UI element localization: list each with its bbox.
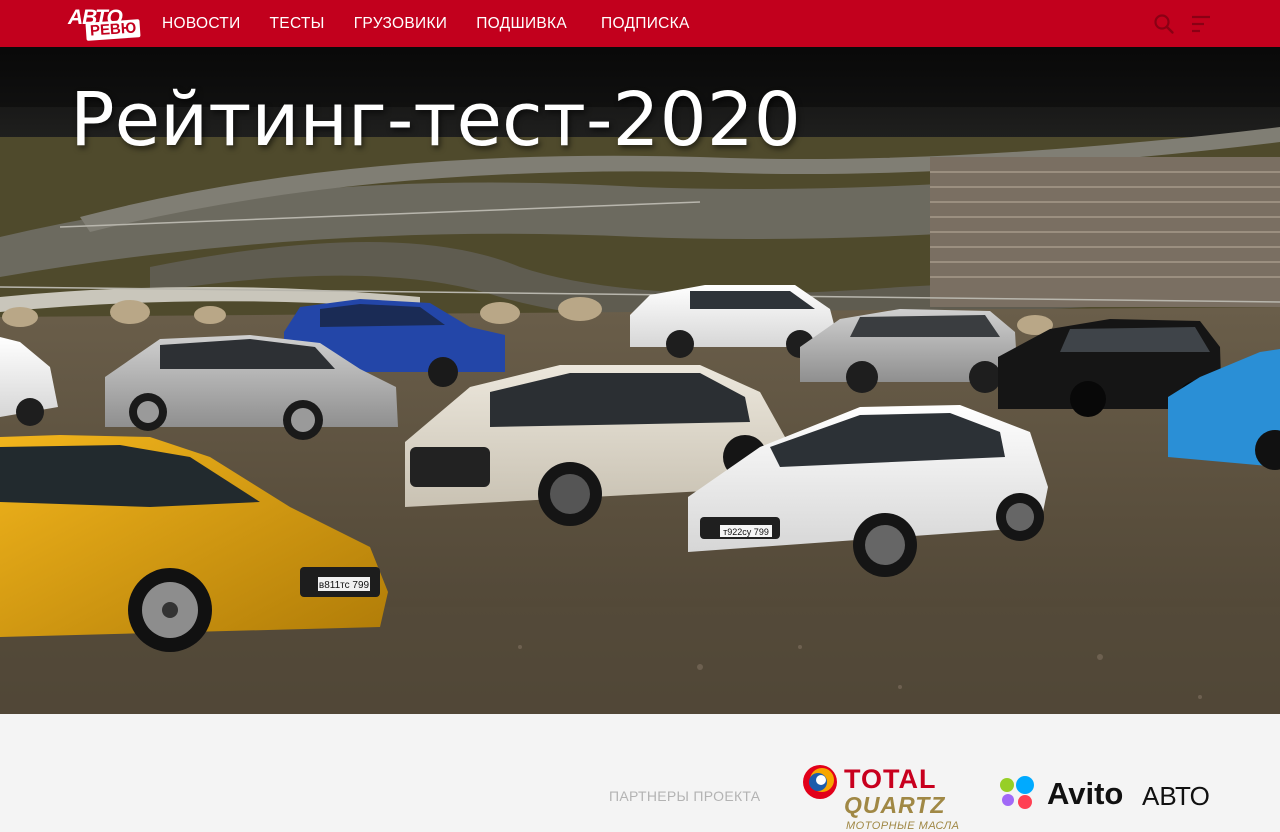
total-emblem-icon <box>803 765 837 799</box>
avito-auto-word: АВТО <box>1142 781 1210 811</box>
logo-text-bottom: РЕВЮ <box>85 19 141 41</box>
total-quartz-logo[interactable]: TOTAL QUARTZ МОТОРНЫЕ МАСЛА <box>800 758 965 832</box>
avito-auto-logo[interactable]: Avito АВТО <box>1000 776 1220 816</box>
nav-archive[interactable]: ПОДШИВКА <box>476 15 567 33</box>
plate-arteon: в811тс 799 <box>319 580 370 591</box>
nav-news[interactable]: НОВОСТИ <box>162 15 241 33</box>
avito-dot-icon <box>1000 778 1014 792</box>
search-icon[interactable] <box>1153 13 1175 35</box>
nav-tests[interactable]: ТЕСТЫ <box>270 15 325 33</box>
total-word: TOTAL <box>844 764 937 794</box>
top-navigation-bar: АВТО РЕВЮ НОВОСТИ ТЕСТЫ ГРУЗОВИКИ ПОДШИВ… <box>0 0 1280 47</box>
partners-section: ПАРТНЕРЫ ПРОЕКТА TOTAL QUARTZ МОТОРНЫЕ М… <box>0 714 1280 832</box>
nav-trucks[interactable]: ГРУЗОВИКИ <box>354 15 448 33</box>
nav-subscription[interactable]: ПОДПИСКА <box>601 15 690 33</box>
motor-oil-caption: МОТОРНЫЕ МАСЛА <box>846 820 960 832</box>
avito-dot-icon <box>1016 776 1034 794</box>
hero-banner[interactable]: т922су 799 в811тс 799 Рейтинг-тест-2020 <box>0 47 1280 714</box>
plate-kia: т922су 799 <box>723 527 769 537</box>
menu-icon[interactable] <box>1190 13 1212 35</box>
page-title: Рейтинг-тест-2020 <box>70 77 801 163</box>
avito-dot-icon <box>1018 795 1032 809</box>
main-nav: НОВОСТИ ТЕСТЫ ГРУЗОВИКИ ПОДШИВКА ПОДПИСК… <box>162 0 719 47</box>
partners-label: ПАРТНЕРЫ ПРОЕКТА <box>609 788 761 804</box>
quartz-word: QUARTZ <box>844 792 946 818</box>
avito-dot-icon <box>1002 794 1014 806</box>
avito-word: Avito <box>1047 776 1124 811</box>
autoreview-logo[interactable]: АВТО РЕВЮ <box>68 6 141 41</box>
